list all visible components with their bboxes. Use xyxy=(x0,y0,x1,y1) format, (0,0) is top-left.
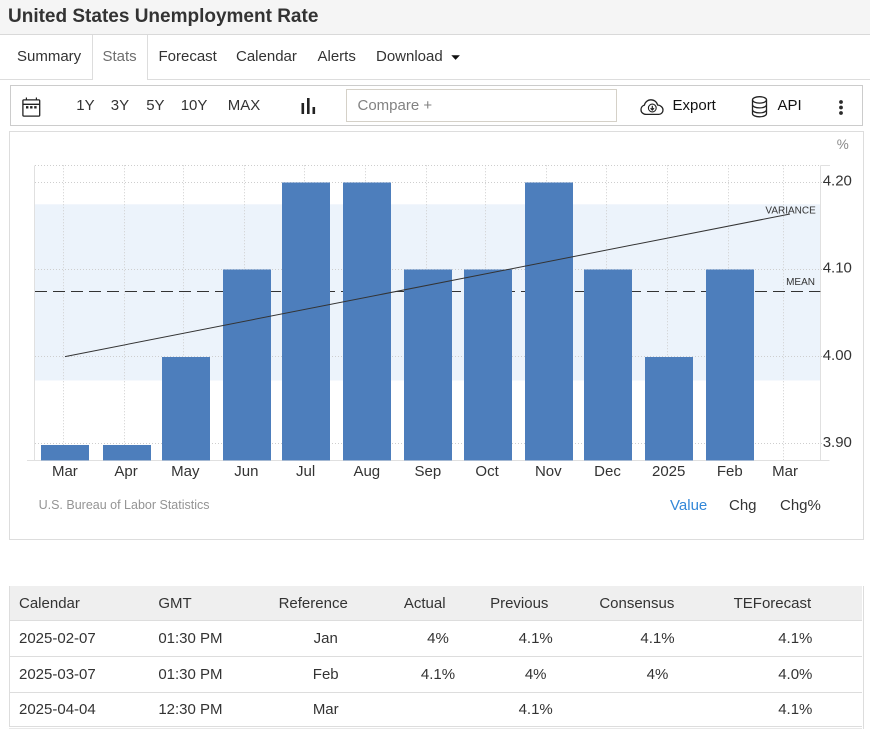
svg-text:Nov: Nov xyxy=(535,463,562,480)
svg-text:Jul: Jul xyxy=(296,463,315,480)
svg-text:4.10: 4.10 xyxy=(823,260,852,277)
svg-text:2025: 2025 xyxy=(652,463,685,480)
svg-text:Oct: Oct xyxy=(475,463,499,480)
svg-text:Mar: Mar xyxy=(52,463,78,480)
svg-text:Jun: Jun xyxy=(234,463,258,480)
svg-text:4.20: 4.20 xyxy=(823,173,852,190)
svg-text:Sep: Sep xyxy=(415,463,442,480)
svg-text:Mar: Mar xyxy=(772,463,798,480)
svg-text:Aug: Aug xyxy=(353,463,380,480)
svg-text:%: % xyxy=(837,137,849,152)
svg-text:3.90: 3.90 xyxy=(823,434,852,451)
svg-text:VARIANCE: VARIANCE xyxy=(765,205,816,216)
svg-text:May: May xyxy=(171,463,200,480)
svg-text:MEAN: MEAN xyxy=(786,277,815,288)
svg-text:4.00: 4.00 xyxy=(823,347,852,364)
svg-text:Apr: Apr xyxy=(114,463,137,480)
svg-text:Feb: Feb xyxy=(717,463,743,480)
svg-text:Dec: Dec xyxy=(594,463,621,480)
